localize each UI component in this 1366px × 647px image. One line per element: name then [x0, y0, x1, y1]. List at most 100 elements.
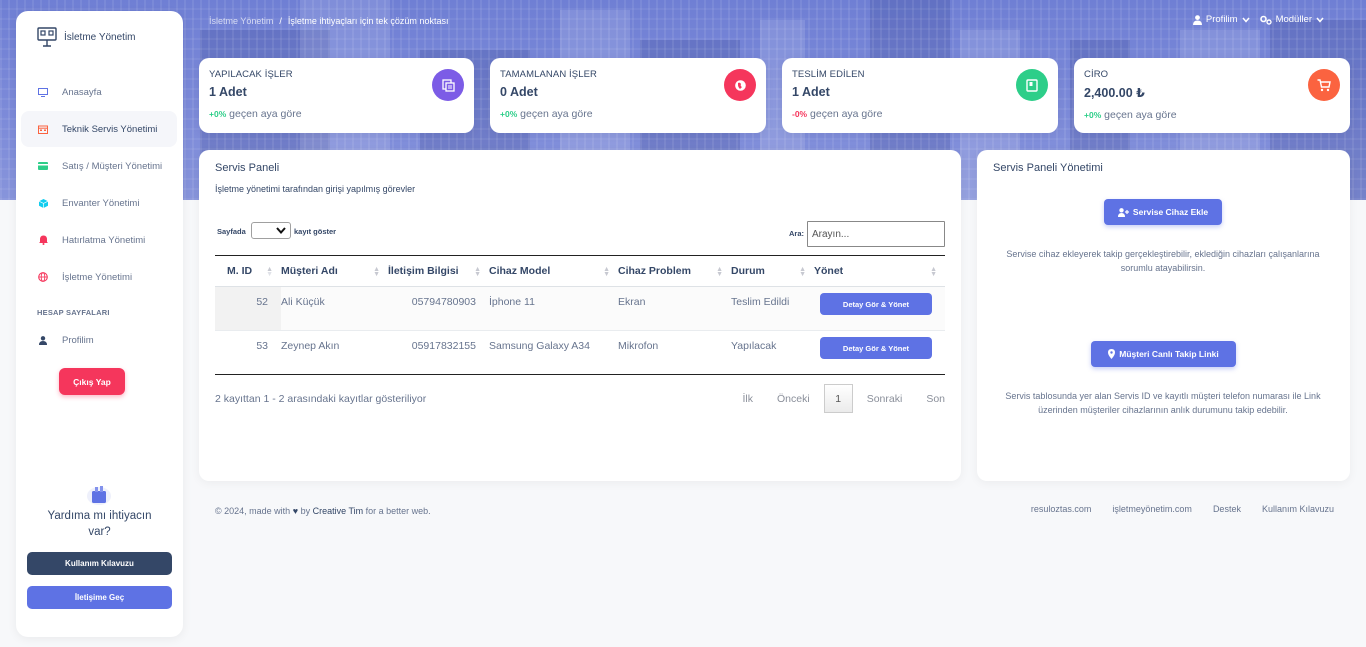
cell-id: 53 — [215, 330, 281, 375]
user-plus-icon — [1117, 207, 1129, 217]
column-header-name[interactable]: Müşteri Adı ▲ ▼ — [281, 255, 388, 287]
user-guide-button[interactable]: Kullanım Kılavuzu — [27, 552, 172, 575]
stat-label: CİRO — [1084, 69, 1109, 80]
service-panel: Servis Paneli İşletme yönetimi tarafında… — [199, 150, 961, 481]
service-panel-title: Servis Paneli — [215, 162, 280, 174]
sidebar-item-teknik-servis[interactable]: Teknik Servis Yönetimi — [21, 111, 177, 147]
pager-prev[interactable]: Önceki — [765, 393, 822, 405]
management-panel: Servis Paneli Yönetimi Servise Cihaz Ekl… — [977, 150, 1350, 481]
sidebar-item-profilim[interactable]: Profilim — [21, 322, 177, 358]
stat-value: 1 Adet — [792, 85, 830, 99]
credit-card-icon — [38, 161, 48, 171]
brand-logo-icon — [37, 27, 57, 47]
sidebar-item-envanter[interactable]: Envanter Yönetimi — [21, 185, 177, 221]
pager-last[interactable]: Son — [914, 393, 945, 405]
contact-button[interactable]: İletişime Geç — [27, 586, 172, 609]
search-label: Ara: — [789, 229, 805, 238]
box-icon — [38, 198, 48, 208]
page-length-select[interactable] — [251, 222, 291, 239]
footer-copyright: © 2024, made with ♥ by Creative Tim for … — [215, 506, 431, 516]
sort-icon: ▲ ▼ — [603, 266, 610, 278]
table-info: 2 kayıttan 1 - 2 arasındaki kayıtlar gös… — [215, 393, 427, 405]
page-length-suffix: kayıt göster — [294, 227, 337, 236]
brand-name: İsletme Yönetim — [64, 31, 136, 43]
footer-copyright-prefix: © 2024, made with — [215, 506, 291, 516]
sort-icon: ▲ ▼ — [930, 266, 937, 278]
live-tracking-button[interactable]: Müşteri Canlı Takip Linki — [1091, 341, 1236, 367]
gears-icon — [1259, 15, 1272, 25]
sidebar-item-isletme[interactable]: İşletme Yönetimi — [21, 259, 177, 295]
column-header-manage[interactable]: Yönet ▲ ▼ — [814, 255, 945, 287]
cell-phone: 05794780903 — [388, 286, 489, 331]
add-device-label: Servise Cihaz Ekle — [1132, 207, 1209, 217]
page-length-prefix: Sayfada — [217, 227, 246, 236]
sidebar-item-label: Envanter Yönetimi — [62, 197, 140, 209]
sort-icon: ▲ ▼ — [799, 266, 806, 278]
cell-model: İphone 11 — [489, 286, 618, 331]
profile-menu[interactable]: Profilim — [1192, 14, 1250, 25]
globe-icon — [38, 272, 48, 282]
heart-icon: ♥ — [292, 506, 299, 516]
sidebar-item-hatirlatma[interactable]: Hatırlatma Yönetimi — [21, 222, 177, 258]
stat-change: +0% — [1084, 110, 1102, 120]
sidebar-item-label: Anasayfa — [62, 86, 102, 98]
column-header-id[interactable]: M. ID ▲ ▼ — [215, 255, 281, 287]
stat-label: TESLİM EDİLEN — [792, 69, 865, 80]
add-device-button[interactable]: Servise Cihaz Ekle — [1104, 199, 1222, 225]
pagination: İlk Önceki 1 Sonraki Son — [731, 384, 945, 413]
column-header-problem[interactable]: Cihaz Problem ▲ ▼ — [618, 255, 731, 287]
book-icon — [1016, 69, 1048, 101]
bell-icon — [38, 235, 48, 245]
footer-author-link[interactable]: Creative Tim — [313, 506, 364, 516]
footer-link[interactable]: resuloztas.com — [1031, 504, 1092, 514]
sort-icon: ▲ ▼ — [716, 266, 723, 278]
footer-copyright-suffix: for a better web. — [365, 506, 431, 516]
pager-current-page[interactable]: 1 — [823, 384, 853, 413]
top-navigation: Profilim Modüller — [1192, 14, 1324, 25]
pager-first[interactable]: İlk — [731, 393, 766, 405]
user-icon — [1192, 14, 1202, 25]
breadcrumb-parent[interactable]: İsletme Yönetim — [209, 16, 273, 26]
cell-name: Ali Küçük — [281, 286, 388, 331]
stat-comparison: +0% geçen aya göre — [209, 108, 464, 120]
stat-change-suffix: geçen aya göre — [810, 108, 883, 120]
detail-manage-button[interactable]: Detay Gör & Yönet — [820, 337, 932, 359]
help-title: Yardıma mı ihtiyacın var? — [47, 510, 152, 538]
stat-change-suffix: geçen aya göre — [1104, 109, 1177, 121]
stat-change: +0% — [500, 109, 518, 119]
column-header-model[interactable]: Cihaz Model ▲ ▼ — [489, 255, 618, 287]
sidebar-item-label: Satış / Müşteri Yönetimi — [62, 160, 163, 172]
globe-icon — [724, 69, 756, 101]
stat-change: -0% — [792, 109, 808, 119]
cell-model: Samsung Galaxy A34 — [489, 330, 618, 375]
column-header-contact[interactable]: İletişim Bilgisi ▲ ▼ — [388, 255, 489, 287]
sidebar-item-label: Teknik Servis Yönetimi — [62, 123, 158, 135]
column-header-status[interactable]: Durum ▲ ▼ — [731, 255, 814, 287]
sidebar-item-anasayfa[interactable]: Anasayfa — [21, 74, 177, 110]
search-input[interactable] — [807, 221, 945, 247]
footer-link[interactable]: Destek — [1213, 504, 1241, 514]
stat-change-suffix: geçen aya göre — [229, 108, 302, 120]
sidebar-item-satis-musteri[interactable]: Satış / Müşteri Yönetimi — [21, 148, 177, 184]
detail-manage-button[interactable]: Detay Gör & Yönet — [820, 293, 932, 315]
chevron-down-icon — [1241, 17, 1250, 23]
sidebar-item-label: Hatırlatma Yönetimi — [62, 234, 146, 246]
brand[interactable]: İsletme Yönetim — [37, 27, 136, 47]
user-icon — [38, 335, 48, 345]
chevron-down-icon — [276, 227, 286, 234]
cell-problem: Ekran — [618, 286, 731, 331]
breadcrumb-separator: / — [279, 16, 282, 26]
sort-icon: ▲ ▼ — [373, 266, 380, 278]
stat-change-suffix: geçen aya göre — [520, 108, 593, 120]
sort-icon: ▲ ▼ — [266, 266, 273, 278]
add-device-description: Servise cihaz ekleyerek takip gerçekleşt… — [1006, 249, 1320, 273]
cell-name: Zeynep Akın — [281, 330, 388, 375]
modules-menu[interactable]: Modüller — [1259, 14, 1324, 25]
footer-link[interactable]: işletmeyönetim.com — [1112, 504, 1192, 514]
logout-button[interactable]: Çıkış Yap — [59, 368, 125, 395]
footer-link[interactable]: Kullanım Kılavuzu — [1262, 504, 1334, 514]
breadcrumb-current: İşletme ihtiyaçları için tek çözüm nokta… — [287, 16, 449, 26]
pager-next[interactable]: Sonraki — [855, 393, 915, 405]
stat-card-todo: YAPILACAK İŞLER 1 Adet +0% geçen aya gör… — [199, 58, 474, 133]
stat-label: TAMAMLANAN İŞLER — [500, 69, 597, 80]
